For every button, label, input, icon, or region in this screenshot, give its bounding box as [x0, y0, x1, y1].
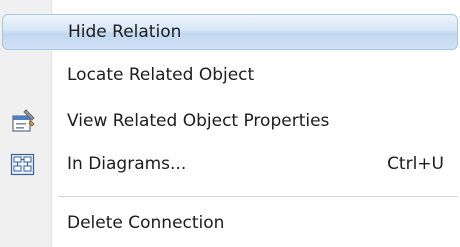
menu-item-locate-related-object[interactable]: Locate Related Object — [0, 60, 460, 92]
menu-item-in-diagrams[interactable]: In Diagrams... Ctrl+U — [0, 149, 460, 181]
menu-item-label: Hide Relation — [68, 22, 182, 42]
properties-icon — [10, 109, 36, 135]
menu-separator — [58, 196, 458, 198]
menu-item-delete-connection[interactable]: Delete Connection — [0, 208, 460, 240]
context-menu: Hide Relation Locate Related Object View… — [0, 0, 460, 247]
menu-item-label: View Related Object Properties — [67, 111, 330, 131]
menu-item-view-related-object-properties[interactable]: View Related Object Properties — [0, 106, 460, 138]
menu-item-label: Delete Connection — [67, 213, 225, 233]
diagram-icon — [10, 152, 36, 178]
menu-item-hide-relation[interactable]: Hide Relation — [2, 14, 458, 50]
menu-item-shortcut: Ctrl+U — [387, 154, 444, 174]
menu-item-label: In Diagrams... — [67, 154, 187, 174]
menu-item-label: Locate Related Object — [67, 65, 255, 85]
